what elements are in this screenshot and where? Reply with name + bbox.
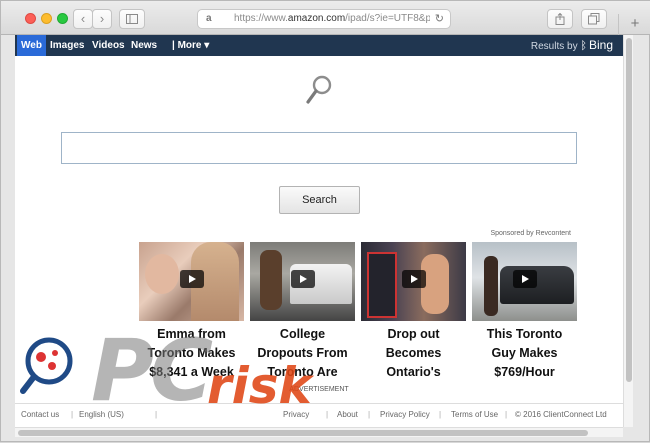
- nav-tab-images[interactable]: Images: [50, 35, 84, 56]
- ad-item[interactable]: This Toronto Guy Makes $769/Hour: [472, 242, 577, 382]
- video-play-icon: [513, 270, 537, 288]
- ad-item[interactable]: College Dropouts From Toronto Are: [250, 242, 355, 382]
- bing-nav-bar: Web Images Videos News | More ▾ Results …: [15, 35, 623, 56]
- tabs-icon: [588, 13, 600, 25]
- footer-link-privacy-policy[interactable]: Privacy Policy: [380, 410, 430, 419]
- minimize-window-button[interactable]: [41, 13, 52, 24]
- nav-tab-videos[interactable]: Videos: [92, 35, 125, 56]
- horizontal-scroll-thumb[interactable]: [18, 430, 588, 436]
- nav-tab-news[interactable]: News: [131, 35, 157, 56]
- ad-item[interactable]: Drop out Becomes Ontario's: [361, 242, 466, 382]
- ad-thumbnail[interactable]: [250, 242, 355, 321]
- video-play-icon: [180, 270, 204, 288]
- chevron-right-icon: ›: [99, 11, 105, 26]
- back-button[interactable]: ‹: [73, 9, 93, 29]
- sponsored-label[interactable]: Sponsored by Revcontent: [490, 230, 571, 237]
- page-footer: Contact us | English (US) | Privacy | Ab…: [15, 403, 623, 427]
- share-icon: [555, 12, 565, 25]
- nav-more-menu[interactable]: | More ▾: [172, 35, 209, 56]
- footer-link-language[interactable]: English (US): [79, 410, 124, 419]
- tabs-overview-button[interactable]: [581, 9, 607, 29]
- close-window-button[interactable]: [25, 13, 36, 24]
- sidebar-button[interactable]: [119, 9, 145, 29]
- footer-copyright: © 2016 ClientConnect Ltd: [515, 410, 607, 419]
- ad-title: Drop out Becomes Ontario's: [385, 327, 442, 379]
- sidebar-icon: [126, 14, 138, 24]
- video-play-icon: [402, 270, 426, 288]
- results-by-bing[interactable]: Results by ᛒ Bing: [531, 35, 613, 56]
- footer-link-privacy[interactable]: Privacy: [283, 410, 309, 419]
- plus-icon: +: [630, 15, 640, 32]
- ad-thumbnail[interactable]: [139, 242, 244, 321]
- nav-tab-web[interactable]: Web: [17, 35, 46, 56]
- ad-item[interactable]: Emma from Toronto Makes $8,341 a Week: [139, 242, 244, 382]
- ad-title: College Dropouts From Toronto Are: [257, 327, 348, 379]
- ad-thumbnail[interactable]: [361, 242, 466, 321]
- chevron-left-icon: ‹: [80, 11, 86, 26]
- ad-title: Emma from Toronto Makes $8,341 a Week: [147, 327, 236, 379]
- share-button[interactable]: [547, 9, 573, 29]
- reload-icon[interactable]: ↻: [435, 10, 444, 28]
- ad-thumbnail[interactable]: [472, 242, 577, 321]
- footer-link-terms[interactable]: Terms of Use: [451, 410, 498, 419]
- vertical-scrollbar[interactable]: [623, 35, 633, 427]
- footer-link-about[interactable]: About: [337, 410, 358, 419]
- bing-logo-icon: ᛒ: [580, 40, 587, 52]
- footer-link-contact[interactable]: Contact us: [21, 410, 59, 419]
- horizontal-scrollbar[interactable]: [15, 427, 623, 437]
- amazon-favicon-icon: a: [206, 13, 212, 24]
- address-url: https://www.amazon.com/ipad/s?ie=UTF8&pa…: [234, 13, 430, 24]
- ad-title: This Toronto Guy Makes $769/Hour: [486, 327, 563, 379]
- address-bar[interactable]: a https://www.amazon.com/ipad/s?ie=UTF8&…: [197, 9, 451, 29]
- zoom-window-button[interactable]: [57, 13, 68, 24]
- advertisement-label: ADVERTISEMENT: [289, 386, 349, 393]
- vertical-scroll-thumb[interactable]: [626, 38, 632, 382]
- video-play-icon: [291, 270, 315, 288]
- web-page: Web Images Videos News | More ▾ Results …: [15, 35, 623, 427]
- new-tab-button[interactable]: +: [618, 14, 650, 35]
- search-button[interactable]: Search: [279, 186, 360, 214]
- browser-window: ‹ › a https://www.amazon.com/ipad/s?ie=U…: [0, 0, 650, 442]
- forward-button[interactable]: ›: [92, 9, 112, 29]
- search-input[interactable]: [61, 132, 577, 164]
- search-magnifier-icon: [306, 75, 332, 104]
- browser-toolbar: ‹ › a https://www.amazon.com/ipad/s?ie=U…: [1, 1, 650, 35]
